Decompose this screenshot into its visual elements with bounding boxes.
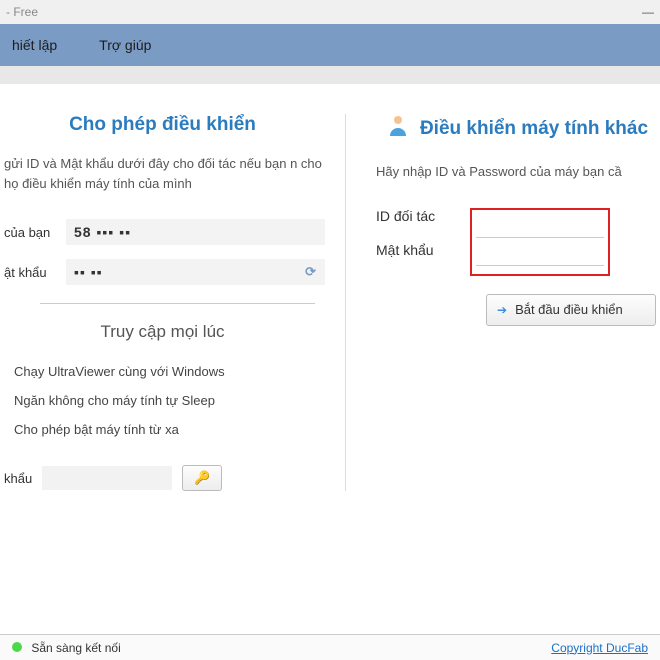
option-remote-power-on[interactable]: Cho phép bật máy tính từ xa (0, 422, 325, 437)
static-password-input[interactable] (42, 466, 172, 490)
set-password-button[interactable]: 🔑 (182, 465, 222, 491)
your-id-label: của bạn (4, 225, 66, 240)
static-password-label: khẩu (4, 471, 32, 486)
menubar: hiết lập Trợ giúp (0, 24, 660, 66)
option-prevent-sleep[interactable]: Ngăn không cho máy tính tự Sleep (0, 393, 325, 408)
menu-help[interactable]: Trợ giúp (93, 33, 157, 57)
your-id-value: 58 ▪▪▪ ▪▪ (66, 219, 325, 245)
partner-id-input[interactable] (476, 214, 604, 238)
toolbar-spacer (0, 66, 660, 84)
menu-settings[interactable]: hiết lập (6, 33, 63, 57)
main-content: Cho phép điều khiển gửi ID và Mật khẩu d… (0, 84, 660, 491)
allow-control-panel: Cho phép điều khiển gửi ID và Mật khẩu d… (0, 114, 345, 491)
your-id-row: của bạn 58 ▪▪▪ ▪▪ (0, 219, 325, 245)
control-remote-panel: Điều khiển máy tính khác Hãy nhập ID và … (345, 114, 660, 491)
your-password-row: ật khẩu ▪▪ ▪▪ ⟳ (0, 259, 325, 285)
your-password-label: ật khẩu (4, 265, 66, 280)
window-controls: — (642, 5, 654, 19)
your-password-value: ▪▪ ▪▪ ⟳ (66, 259, 325, 285)
control-remote-desc: Hãy nhập ID và Password của máy bạn cầ (376, 162, 660, 182)
access-anytime-heading: Truy cập mọi lúc (0, 322, 325, 342)
option-run-with-windows[interactable]: Chạy UltraViewer cùng với Windows (0, 364, 325, 379)
arrow-right-icon: ➔ (497, 303, 507, 317)
minimize-button[interactable]: — (642, 5, 654, 19)
status-dot-icon (12, 642, 22, 652)
start-control-button[interactable]: ➔ Bắt đầu điều khiển (486, 294, 656, 326)
control-remote-heading: Điều khiển máy tính khác (376, 114, 660, 144)
titlebar: - Free — (0, 0, 660, 24)
static-password-row: khẩu 🔑 (0, 465, 325, 491)
copyright-link[interactable]: Copyright DucFab (551, 641, 648, 655)
refresh-password-icon[interactable]: ⟳ (305, 264, 317, 280)
partner-id-label: ID đối tác (376, 208, 476, 224)
partner-password-input[interactable] (476, 242, 604, 266)
partner-password-label: Mật khẩu (376, 242, 476, 258)
window-title: - Free (6, 5, 38, 19)
person-icon (388, 114, 408, 144)
allow-control-desc: gửi ID và Mật khẩu dưới đây cho đối tác … (0, 154, 325, 193)
partner-inputs-highlight (470, 208, 610, 276)
status-text: Sẵn sàng kết nối (12, 641, 121, 655)
allow-control-heading: Cho phép điều khiển (0, 114, 325, 136)
statusbar: Sẵn sàng kết nối Copyright DucFab (0, 634, 660, 660)
key-icon: 🔑 (194, 470, 210, 486)
divider (40, 303, 315, 304)
